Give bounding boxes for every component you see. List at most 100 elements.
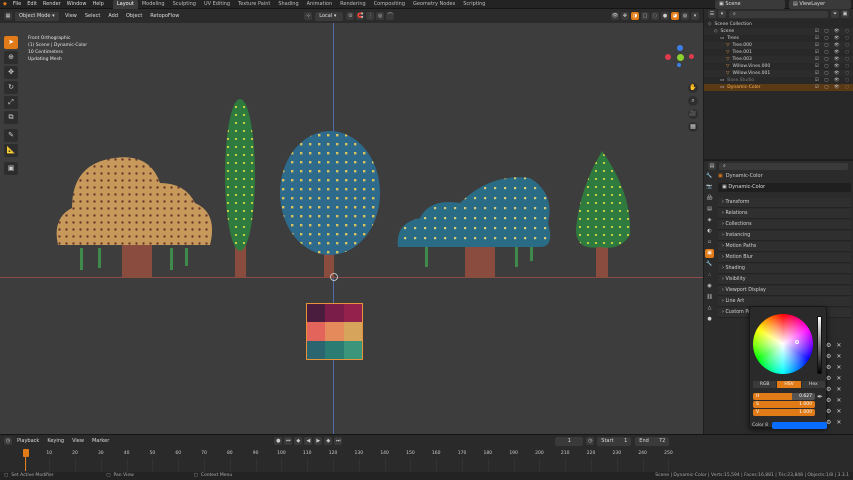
outliner-row[interactable]: ▽ Willow.Vines.000 ☑ ▢ 👁 ◌ <box>704 63 853 70</box>
visibility-toggles[interactable]: ☑ ▢ 👁 ◌ <box>815 49 851 56</box>
outliner-row[interactable]: ▭ Trees ☑ ▢ 👁 ◌ <box>704 35 853 42</box>
gear-icon[interactable]: ⚙ <box>826 386 831 393</box>
collection-tab-icon[interactable]: ▫ <box>705 238 714 247</box>
tab-rendering[interactable]: Rendering <box>336 0 370 9</box>
section-motion-blur[interactable]: › Motion Blur <box>718 253 851 263</box>
section-collections[interactable]: › Collections <box>718 220 851 230</box>
display-mode-icon[interactable]: ▾ <box>718 10 726 18</box>
section-instancing[interactable]: › Instancing <box>718 231 851 241</box>
visibility-toggles[interactable]: ☑ ▢ 👁 ◌ <box>815 70 851 77</box>
tab-compositing[interactable]: Compositing <box>370 0 409 9</box>
3d-viewport[interactable]: Front Orthographic (1) Scene | Dynamic-C… <box>0 23 703 434</box>
snap-icon[interactable]: 🧲 <box>356 12 365 20</box>
tab-modeling[interactable]: Modeling <box>138 0 169 9</box>
gear-icon[interactable]: ⚙ <box>826 364 831 371</box>
shading-options-icon[interactable]: ▾ <box>691 12 699 20</box>
tab-rgb[interactable]: RGB <box>753 381 777 388</box>
outliner-row[interactable]: ◇ Scene Collection <box>704 21 853 28</box>
retopoflow-menu[interactable]: RetopoFlow <box>146 9 183 23</box>
close-icon[interactable]: ✕ <box>836 397 841 404</box>
dynamic-color-palette[interactable] <box>306 303 363 360</box>
pivot-icon[interactable]: ⊙ <box>346 12 355 20</box>
tab-sculpting[interactable]: Sculpting <box>169 0 200 9</box>
properties-search[interactable]: ⌕ <box>719 162 848 170</box>
viewport-menu-view[interactable]: View <box>61 9 81 23</box>
value-field[interactable]: V 1.000 <box>753 409 815 416</box>
scene-selector[interactable]: ▣ Scene <box>715 0 785 9</box>
outliner-row[interactable]: ▽ Willow.Vines.001 ☑ ▢ 👁 ◌ <box>704 70 853 77</box>
outliner-row[interactable]: ▭ Dynamic-Color ☑ ▢ 👁 ◌ <box>704 84 853 91</box>
eyedropper-icon[interactable]: ✒ <box>817 393 823 401</box>
menu-edit[interactable]: Edit <box>24 0 40 9</box>
render-tab-icon[interactable]: 📷 <box>705 183 714 192</box>
visibility-toggles[interactable]: ☑ ▢ 👁 ◌ <box>815 28 851 35</box>
close-icon[interactable]: ✕ <box>836 364 841 371</box>
wheel-cursor[interactable] <box>795 340 799 344</box>
tab-geometry-nodes[interactable]: Geometry Nodes <box>409 0 459 9</box>
modifier-tab-icon[interactable]: 🔧 <box>705 260 714 269</box>
viewport-menu-select[interactable]: Select <box>81 9 104 23</box>
close-icon[interactable]: ✕ <box>836 375 841 382</box>
menu-file[interactable]: File <box>10 0 24 9</box>
new-collection-icon[interactable]: ▣ <box>841 10 849 18</box>
outliner-row[interactable]: ▽ Tree.003 ☑ ▢ 👁 ◌ <box>704 56 853 63</box>
filter-icon[interactable]: ⏷ <box>831 10 839 18</box>
value-slider[interactable] <box>817 316 822 374</box>
color-8-swatch[interactable] <box>772 421 827 429</box>
snap-target-icon[interactable]: ⋮ <box>366 12 375 20</box>
close-icon[interactable]: ✕ <box>836 386 841 393</box>
physics-tab-icon[interactable]: ◉ <box>705 282 714 291</box>
visibility-toggles[interactable]: ☑ ▢ 👁 ◌ <box>815 35 851 42</box>
overlay-icon[interactable]: ◑ <box>631 12 639 20</box>
visibility-toggles[interactable]: ☑ ▢ 👁 ◌ <box>815 56 851 63</box>
editor-type-icon[interactable]: ▦ <box>4 12 12 20</box>
gear-icon[interactable]: ⚙ <box>826 353 831 360</box>
tool-tab-icon[interactable]: 🔧 <box>705 172 714 181</box>
section-relations[interactable]: › Relations <box>718 209 851 219</box>
visibility-toggles[interactable]: ☑ ▢ 👁 ◌ <box>815 63 851 70</box>
outliner-row[interactable]: ▽ Tree.001 ☑ ▢ 👁 ◌ <box>704 49 853 56</box>
shading-rendered-icon[interactable]: ◍ <box>681 12 689 20</box>
world-tab-icon[interactable]: ◐ <box>705 227 714 236</box>
shading-wire-icon[interactable]: ◌ <box>651 12 659 20</box>
view-layer-tab-icon[interactable]: ▤ <box>705 205 714 214</box>
tab-hex[interactable]: Hex <box>801 381 825 388</box>
section-motion-paths[interactable]: › Motion Paths <box>718 242 851 252</box>
outliner-row[interactable]: ▽ Tree.000 ☑ ▢ 👁 ◌ <box>704 42 853 49</box>
gizmo-icon[interactable]: ✥ <box>621 12 629 20</box>
timeline-ruler[interactable]: 1102030405060708090100110120130140150160… <box>0 435 853 473</box>
menu-render[interactable]: Render <box>40 0 64 9</box>
gear-icon[interactable]: ⚙ <box>826 419 831 426</box>
saturation-field[interactable]: S 1.000 <box>753 401 815 408</box>
close-icon[interactable]: ✕ <box>836 353 841 360</box>
visibility-toggles[interactable]: ☑ ▢ 👁 ◌ <box>815 84 851 91</box>
playhead[interactable] <box>23 449 29 457</box>
section-viewport-display[interactable]: › Viewport Display <box>718 286 851 296</box>
outliner-row[interactable]: ◇ Scene ☑ ▢ 👁 ◌ <box>704 28 853 35</box>
visibility-toggles[interactable]: ☑ ▢ 👁 ◌ <box>815 77 851 84</box>
tab-hsv[interactable]: HSV <box>777 381 801 388</box>
section-visibility[interactable]: › Visibility <box>718 275 851 285</box>
object-tab-icon[interactable]: ▣ <box>705 249 714 258</box>
proportional-edit-icon[interactable]: ◎ <box>376 12 385 20</box>
menu-help[interactable]: Help <box>89 0 106 9</box>
constraints-tab-icon[interactable]: ⛓ <box>705 293 714 302</box>
visibility-toggles[interactable]: ☑ ▢ 👁 ◌ <box>815 42 851 49</box>
properties-type-icon[interactable]: ▤ <box>708 162 716 170</box>
section-transform[interactable]: › Transform <box>718 198 851 208</box>
gear-icon[interactable]: ⚙ <box>826 342 831 349</box>
gear-icon[interactable]: ⚙ <box>826 397 831 404</box>
material-tab-icon[interactable]: ● <box>705 315 714 324</box>
transform-orientation-selector[interactable]: Local ▾ <box>315 11 344 21</box>
tab-uv-editing[interactable]: UV Editing <box>200 0 234 9</box>
outliner-row[interactable]: ▭ Base.Studio ☑ ▢ 👁 ◌ <box>704 77 853 84</box>
tab-scripting[interactable]: Scripting <box>459 0 489 9</box>
hue-field[interactable]: H 0.627 <box>753 393 815 400</box>
close-icon[interactable]: ✕ <box>836 342 841 349</box>
mode-selector[interactable]: Object Mode ▾ <box>15 11 59 21</box>
hsv-color-wheel[interactable] <box>753 314 813 374</box>
xray-icon[interactable]: ▢ <box>641 12 649 20</box>
orientation-icon[interactable]: ⊹ <box>304 12 313 20</box>
shading-material-icon[interactable]: ◕ <box>671 12 679 20</box>
outliner-type-icon[interactable]: ☰ <box>708 10 716 18</box>
